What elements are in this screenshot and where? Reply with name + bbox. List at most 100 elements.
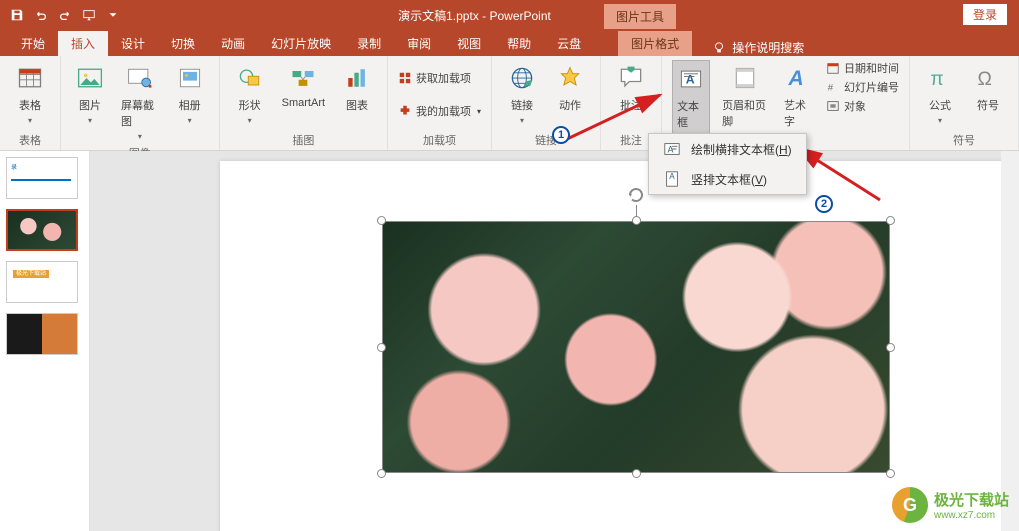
annotation-badge-1: 1	[552, 126, 570, 144]
textbox-icon: A	[675, 63, 707, 95]
comment-button[interactable]: 批注	[611, 60, 651, 115]
context-tool-label: 图片工具	[604, 4, 676, 29]
equation-button[interactable]: π公式▾	[920, 60, 960, 127]
thumb-slide-1[interactable]: 录	[6, 157, 78, 199]
shapes-button[interactable]: 形状▾	[230, 60, 270, 127]
group-tables: 表格▾ 表格	[0, 56, 61, 150]
undo-icon[interactable]	[30, 4, 52, 26]
tab-design[interactable]: 设计	[108, 31, 158, 56]
tell-me-label: 操作说明搜索	[732, 39, 804, 56]
login-button[interactable]: 登录	[963, 4, 1007, 25]
table-icon	[14, 62, 46, 94]
slidenum-button[interactable]: #幻灯片编号	[826, 79, 899, 95]
resize-handle[interactable]	[886, 469, 895, 478]
title-bar: 演示文稿1.pptx - PowerPoint	[0, 0, 1019, 30]
svg-text:A: A	[686, 72, 695, 86]
bulb-icon	[712, 41, 726, 55]
screenshot-button[interactable]: 屏幕截图▾	[117, 60, 163, 143]
link-icon	[506, 62, 538, 94]
chart-button[interactable]: 图表	[337, 60, 377, 115]
smartart-icon	[287, 62, 319, 94]
object-button[interactable]: 对象	[826, 98, 899, 114]
slide-editor[interactable]	[90, 151, 1019, 531]
textbox-dropdown: A 绘制横排文本框(H) A 竖排文本框(V)	[648, 133, 807, 195]
watermark-name: 极光下载站	[934, 489, 1009, 510]
table-button[interactable]: 表格▾	[10, 60, 50, 127]
rotate-handle[interactable]	[626, 185, 646, 205]
svg-text:A: A	[669, 172, 675, 181]
vertical-scrollbar[interactable]	[1001, 151, 1019, 531]
tab-transition[interactable]: 切换	[158, 31, 208, 56]
tab-review[interactable]: 审阅	[394, 31, 444, 56]
thumb-slide-3[interactable]: 极光下载站	[6, 261, 78, 303]
main-area: 录 极光下载站	[0, 151, 1019, 531]
tab-start[interactable]: 开始	[8, 31, 58, 56]
vertical-textbox-item[interactable]: A 竖排文本框(V)	[649, 164, 806, 194]
tab-record[interactable]: 录制	[344, 31, 394, 56]
tell-me-search[interactable]: 操作说明搜索	[712, 39, 804, 56]
svg-text:π: π	[930, 69, 943, 90]
qat-more-icon[interactable]	[102, 4, 124, 26]
resize-handle[interactable]	[377, 216, 386, 225]
resize-handle[interactable]	[377, 469, 386, 478]
slide-thumbnails: 录 极光下载站	[0, 151, 90, 531]
album-button[interactable]: 相册▾	[171, 60, 209, 127]
link-button[interactable]: 链接▾	[502, 60, 542, 127]
header-footer-icon	[729, 62, 761, 94]
datetime-button[interactable]: 日期和时间	[826, 60, 899, 76]
get-addins-button[interactable]: 获取加载项	[398, 70, 481, 86]
equation-icon: π	[924, 62, 956, 94]
picture-icon	[74, 62, 106, 94]
screenshot-icon	[124, 62, 156, 94]
resize-handle[interactable]	[632, 469, 641, 478]
horizontal-textbox-icon: A	[663, 140, 681, 158]
redo-icon[interactable]	[54, 4, 76, 26]
thumb-slide-2[interactable]	[6, 209, 78, 251]
group-links: 链接▾ 动作 链接	[492, 56, 601, 150]
resize-handle[interactable]	[886, 216, 895, 225]
watermark: G 极光下载站 www.xz7.com	[892, 487, 1009, 523]
svg-text:Ω: Ω	[978, 69, 992, 90]
svg-text:A: A	[788, 67, 804, 90]
wordart-icon: A	[783, 62, 815, 94]
ribbon-tabs: 开始 插入 设计 切换 动画 幻灯片放映 录制 审阅 视图 帮助 云盘 图片格式…	[0, 30, 1019, 56]
resize-handle[interactable]	[632, 216, 641, 225]
pictures-button[interactable]: 图片▾	[71, 60, 109, 127]
roses-picture	[382, 221, 890, 473]
quick-access-toolbar	[0, 4, 130, 26]
tab-slideshow[interactable]: 幻灯片放映	[258, 31, 344, 56]
thumb-slide-4[interactable]	[6, 313, 78, 355]
comment-icon	[615, 62, 647, 94]
smartart-button[interactable]: SmartArt	[278, 60, 329, 111]
resize-handle[interactable]	[886, 343, 895, 352]
tab-view[interactable]: 视图	[444, 31, 494, 56]
slide-canvas	[220, 161, 1010, 531]
header-footer-button[interactable]: 页眉和页脚	[718, 60, 772, 131]
ribbon: 表格▾ 表格 图片▾ 屏幕截图▾ 相册▾ 图像 形状▾ SmartArt 图表 …	[0, 56, 1019, 151]
my-addins-button[interactable]: 我的加载项▾	[398, 103, 481, 119]
vertical-textbox-icon: A	[663, 170, 681, 188]
annotation-badge-2: 2	[815, 195, 833, 213]
start-slideshow-icon[interactable]	[78, 4, 100, 26]
tab-help[interactable]: 帮助	[494, 31, 544, 56]
selected-image[interactable]	[382, 221, 890, 473]
svg-text:#: #	[828, 83, 834, 94]
album-icon	[174, 62, 206, 94]
group-illustrations: 形状▾ SmartArt 图表 插图	[220, 56, 388, 150]
symbol-button[interactable]: Ω符号	[968, 60, 1008, 115]
tab-picture-format[interactable]: 图片格式	[618, 31, 692, 56]
horizontal-textbox-item[interactable]: A 绘制横排文本框(H)	[649, 134, 806, 164]
wordart-button[interactable]: A艺术字▾	[780, 60, 818, 143]
symbol-icon: Ω	[972, 62, 1004, 94]
window-title: 演示文稿1.pptx - PowerPoint	[130, 7, 819, 24]
shapes-icon	[234, 62, 266, 94]
action-button[interactable]: 动作	[550, 60, 590, 115]
resize-handle[interactable]	[377, 343, 386, 352]
tab-insert[interactable]: 插入	[58, 31, 108, 56]
tab-animation[interactable]: 动画	[208, 31, 258, 56]
tab-cloud[interactable]: 云盘	[544, 31, 594, 56]
watermark-logo: G	[892, 487, 928, 523]
save-icon[interactable]	[6, 4, 28, 26]
group-addins: 获取加载项 我的加载项▾ 加载项	[388, 56, 492, 150]
group-images: 图片▾ 屏幕截图▾ 相册▾ 图像	[61, 56, 220, 150]
